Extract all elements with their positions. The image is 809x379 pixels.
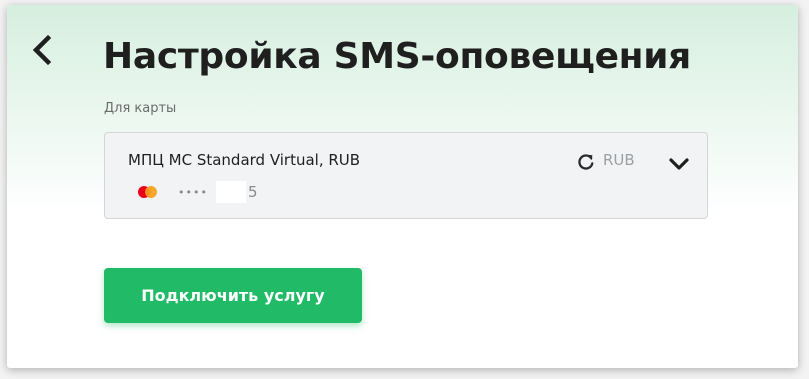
card-number-redaction [215,181,246,203]
card-last-digit: 5 [247,183,258,201]
card-currency: RUB [603,151,635,169]
chevron-down-icon[interactable] [668,157,690,171]
card-name: МПЦ MC Standard Virtual, RUB [128,151,361,169]
chevron-left-icon [32,34,52,66]
connect-service-button[interactable]: Подключить услугу [104,268,362,323]
refresh-icon[interactable] [576,152,596,172]
page-title: Настройка SMS-оповещения [103,36,691,77]
card-number-row: •••• 5 [138,181,258,203]
card-field-label: Для карты [104,101,177,116]
card-selector[interactable]: МПЦ MC Standard Virtual, RUB •••• 5 RUB [104,132,708,219]
sms-settings-panel: Настройка SMS-оповещения Для карты МПЦ M… [7,5,798,368]
card-number-mask: •••• [178,185,208,199]
mastercard-icon [138,186,162,198]
back-button[interactable] [29,33,57,67]
